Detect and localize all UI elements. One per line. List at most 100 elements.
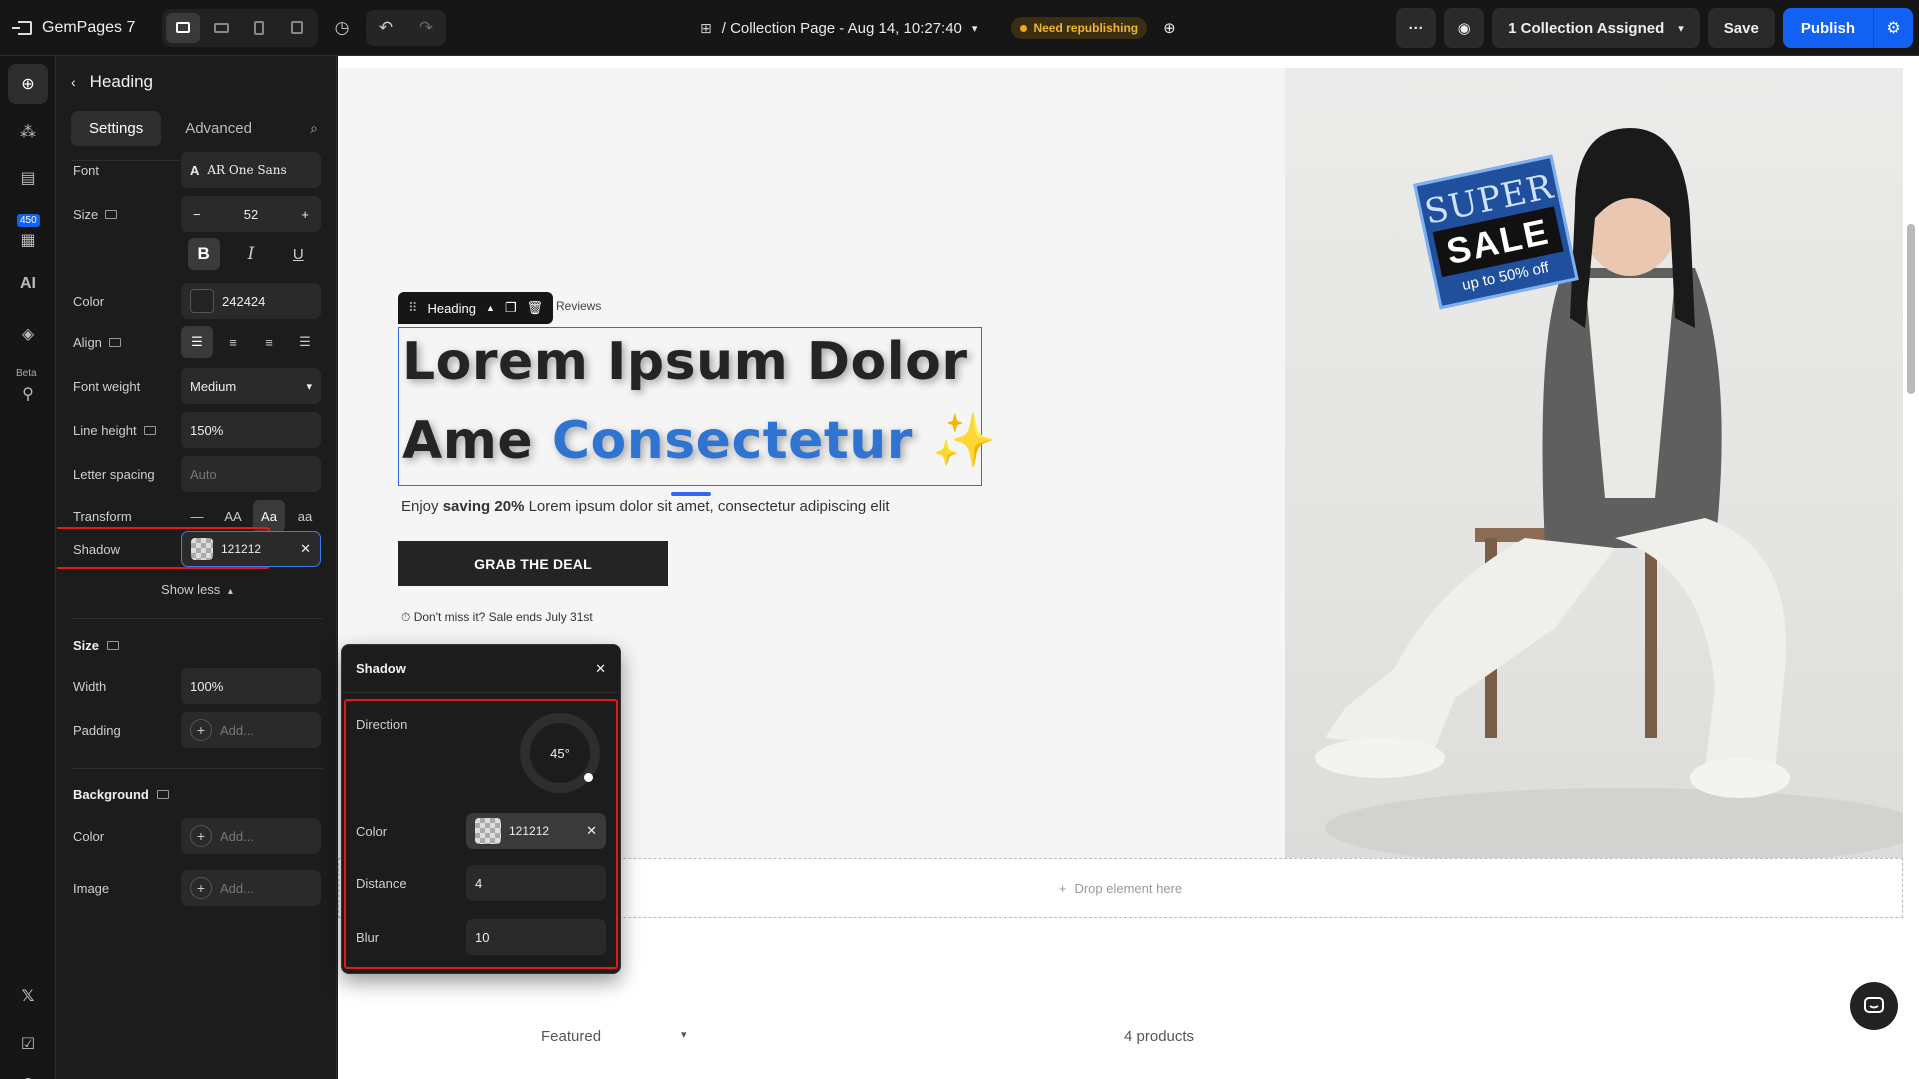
more-options-button[interactable]: ··· bbox=[1396, 8, 1437, 48]
color-picker[interactable]: 242424 bbox=[181, 283, 321, 319]
reviews-text: Reviews bbox=[556, 299, 602, 313]
pages-button[interactable]: ▤ bbox=[8, 158, 48, 198]
grab-the-deal-button[interactable]: GRAB THE DEAL bbox=[398, 541, 668, 586]
resize-handle[interactable] bbox=[671, 492, 711, 496]
gear-icon: ⚙ bbox=[1886, 20, 1901, 37]
letter-spacing-input[interactable]: Auto bbox=[181, 456, 321, 492]
align-label-text: Align bbox=[73, 334, 102, 350]
padding-row: Padding + Add... bbox=[73, 712, 321, 748]
bg-image-input[interactable]: + Add... bbox=[181, 870, 321, 906]
plus-icon[interactable]: + bbox=[190, 719, 212, 741]
close-icon[interactable]: ✕ bbox=[300, 541, 311, 557]
element-type-label[interactable]: Heading bbox=[428, 301, 476, 316]
shadow-color-picker[interactable]: 121212 ✕ bbox=[466, 813, 606, 849]
beta-feature-button[interactable]: ⚲ bbox=[8, 374, 48, 414]
help-button[interactable]: ? bbox=[8, 1070, 48, 1079]
drag-handle-icon[interactable]: ⠿ bbox=[408, 300, 418, 316]
status-dot bbox=[1020, 24, 1028, 32]
blur-input[interactable]: 10 bbox=[466, 919, 606, 955]
width-input[interactable]: 100% bbox=[181, 668, 321, 704]
plus-icon[interactable]: + bbox=[190, 825, 212, 847]
globe-icon[interactable]: ⊕ bbox=[1163, 19, 1176, 37]
caret-up-icon[interactable]: ▲ bbox=[486, 303, 495, 313]
responsive-view-button[interactable] bbox=[280, 13, 314, 43]
add-element-button[interactable]: ⊕ bbox=[8, 64, 48, 104]
align-center-icon[interactable]: ≡ bbox=[217, 326, 249, 358]
transform-label: Transform bbox=[73, 508, 132, 524]
align-right-icon[interactable]: ≡ bbox=[253, 326, 285, 358]
templates-button[interactable]: ▦ bbox=[8, 220, 48, 260]
panel-title: Heading bbox=[89, 72, 153, 91]
plus-icon[interactable]: + bbox=[301, 207, 309, 222]
subtext-post: Lorem ipsum dolor sit amet, consectetur … bbox=[524, 498, 890, 515]
font-weight-select[interactable]: Medium ▾ bbox=[181, 368, 321, 404]
italic-button[interactable]: I bbox=[235, 238, 267, 270]
sort-dropdown[interactable]: Featured ▾ bbox=[541, 1028, 687, 1045]
close-icon[interactable]: ✕ bbox=[595, 661, 606, 677]
chevron-down-icon: ▾ bbox=[681, 1029, 687, 1041]
align-justify-icon[interactable]: ☰ bbox=[289, 326, 321, 358]
minus-icon[interactable]: − bbox=[193, 207, 201, 222]
ai-button[interactable]: AI bbox=[8, 264, 48, 304]
scrollbar-thumb[interactable] bbox=[1907, 224, 1915, 394]
size-section-title: Size bbox=[73, 638, 120, 653]
heading-line-1[interactable]: Lorem Ipsum Dolor bbox=[402, 332, 967, 392]
sections-button[interactable]: ⁂ bbox=[8, 112, 48, 152]
preview-button[interactable]: ◉ bbox=[1444, 8, 1485, 48]
size-stepper[interactable]: − 52 + bbox=[181, 196, 321, 232]
canvas-scrollbar[interactable] bbox=[1907, 56, 1915, 1079]
history-button[interactable]: ◷ bbox=[324, 10, 360, 46]
device-switcher bbox=[162, 8, 318, 47]
hero-subtext: Enjoy saving 20% Lorem ipsum dolor sit a… bbox=[401, 498, 890, 515]
align-left-icon[interactable]: ☰ bbox=[181, 326, 213, 358]
page-icon: ▤ bbox=[20, 170, 36, 187]
close-icon[interactable]: ✕ bbox=[586, 823, 597, 839]
font-select[interactable]: A AR One Sans bbox=[181, 152, 321, 188]
laptop-view-button[interactable] bbox=[204, 13, 238, 43]
tab-settings[interactable]: Settings bbox=[71, 110, 162, 146]
heading-line-2[interactable]: Ame Consectetur ✨ bbox=[402, 410, 997, 471]
line-height-input[interactable]: 150% bbox=[181, 412, 321, 448]
underline-button[interactable]: U bbox=[282, 238, 314, 270]
back-chevron-icon[interactable]: ‹ bbox=[71, 74, 76, 90]
layers-button[interactable]: ◈ bbox=[8, 314, 48, 354]
publish-button[interactable]: Publish bbox=[1782, 8, 1873, 48]
distance-input[interactable]: 4 bbox=[466, 865, 606, 901]
duplicate-icon[interactable]: ❐ bbox=[505, 300, 517, 316]
show-less-toggle[interactable]: Show less ▴ bbox=[57, 582, 336, 597]
heading-accent-text: Consectetur bbox=[551, 411, 913, 471]
padding-input[interactable]: + Add... bbox=[181, 712, 321, 748]
dial-knob[interactable] bbox=[584, 773, 593, 782]
tab-advanced[interactable]: Advanced bbox=[167, 111, 270, 146]
shadow-picker[interactable]: 121212 ✕ bbox=[181, 531, 321, 567]
bold-button[interactable]: B bbox=[187, 238, 220, 270]
redo-button[interactable]: ↷ bbox=[406, 10, 446, 46]
size-label-text: Size bbox=[73, 206, 99, 222]
font-weight-row: Font weight Medium ▾ bbox=[73, 368, 321, 404]
save-button[interactable]: Save bbox=[1707, 8, 1775, 48]
width-label: Width bbox=[73, 678, 107, 694]
undo-button[interactable]: ↶ bbox=[366, 10, 406, 46]
direction-dial[interactable]: 45° bbox=[520, 713, 600, 793]
bg-color-input[interactable]: + Add... bbox=[181, 818, 321, 854]
collection-assigned-dropdown[interactable]: 1 Collection Assigned ▾ bbox=[1492, 8, 1700, 48]
trash-icon[interactable]: 🗑 bbox=[527, 300, 544, 316]
publish-settings-button[interactable]: ⚙ bbox=[1873, 8, 1913, 48]
size-value: 52 bbox=[243, 206, 259, 222]
desktop-view-button[interactable] bbox=[166, 12, 200, 43]
plus-icon[interactable]: + bbox=[190, 877, 212, 899]
x-button[interactable]: 𝕏 bbox=[8, 976, 48, 1016]
chevron-down-icon: ▾ bbox=[306, 380, 312, 393]
chat-button[interactable] bbox=[1850, 982, 1898, 1030]
brand[interactable]: GemPages 7 bbox=[0, 19, 160, 37]
exit-icon[interactable] bbox=[12, 20, 32, 35]
page-title-selector[interactable]: ⊞ / Collection Page - Aug 14, 10:27:40 ▾… bbox=[700, 0, 1176, 56]
color-swatch[interactable] bbox=[190, 289, 214, 313]
hero-image[interactable]: SUPER SALE up to 50% off bbox=[1285, 68, 1903, 858]
shadow-color-swatch[interactable] bbox=[475, 818, 501, 844]
transform-lowercase[interactable]: aa bbox=[289, 500, 321, 532]
checklist-button[interactable]: ☑ bbox=[8, 1024, 48, 1064]
mobile-view-button[interactable] bbox=[242, 13, 276, 43]
shadow-swatch[interactable] bbox=[191, 538, 213, 560]
search-icon[interactable]: ⌕ bbox=[310, 120, 318, 137]
